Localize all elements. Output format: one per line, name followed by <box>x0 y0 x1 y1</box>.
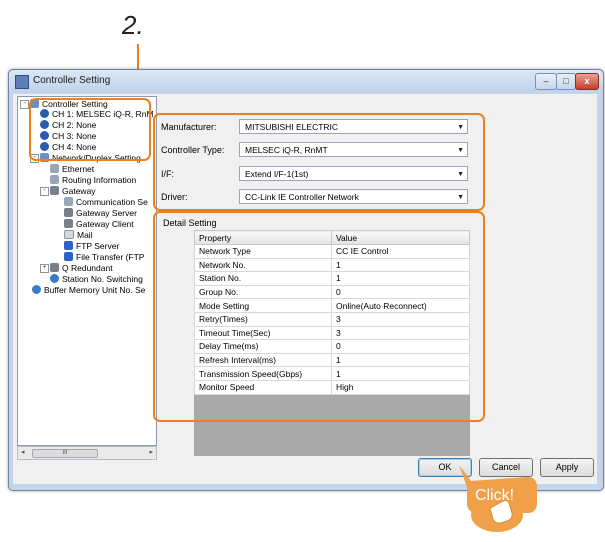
ethernet-icon <box>50 164 59 173</box>
click-label: Click! <box>475 487 514 504</box>
minimize-button[interactable]: – <box>535 73 557 90</box>
routing-icon <box>50 175 59 184</box>
buffer-icon <box>32 285 41 294</box>
tree-item-gateway[interactable]: Gateway <box>50 186 96 196</box>
tree-horizontal-scrollbar[interactable]: ◂ III ▸ <box>17 446 157 460</box>
maximize-button[interactable]: □ <box>556 73 576 90</box>
tree-item-gateway-server[interactable]: Gateway Server <box>64 208 137 218</box>
tree-item-communication[interactable]: Communication Se <box>64 197 148 207</box>
gateway-icon <box>50 186 59 195</box>
highlight-channels <box>29 98 151 161</box>
tree-item-buffer[interactable]: Buffer Memory Unit No. Se <box>32 285 145 295</box>
expand-root-icon[interactable]: - <box>20 100 29 109</box>
ftp-icon <box>64 241 73 250</box>
mail-icon <box>64 230 74 239</box>
tree-item-q-redundant[interactable]: Q Redundant <box>50 263 113 273</box>
client-icon <box>64 219 73 228</box>
station-icon <box>50 274 59 283</box>
file-transfer-icon <box>64 252 73 261</box>
scroll-left-icon[interactable]: ◂ <box>21 448 25 456</box>
close-button[interactable]: x <box>575 73 599 90</box>
communication-icon <box>64 197 73 206</box>
server-icon <box>64 208 73 217</box>
callout-2: 2. <box>122 10 144 40</box>
tree-item-ftp-server[interactable]: FTP Server <box>64 241 119 251</box>
tree-item-gateway-client[interactable]: Gateway Client <box>64 219 134 229</box>
tree-item-ethernet[interactable]: Ethernet <box>50 164 94 174</box>
highlight-detail <box>153 211 485 422</box>
expand-gateway-icon[interactable]: - <box>40 187 49 196</box>
scroll-right-icon[interactable]: ▸ <box>149 448 153 456</box>
tree-item-mail[interactable]: Mail <box>64 230 93 240</box>
window-title: Controller Setting <box>33 75 111 86</box>
app-icon <box>15 75 29 89</box>
highlight-connection <box>153 113 485 211</box>
redundant-icon <box>50 263 59 272</box>
expand-q-redundant-icon[interactable]: + <box>40 264 49 273</box>
scroll-thumb[interactable]: III <box>32 449 98 458</box>
tree-item-routing[interactable]: Routing Information <box>50 175 136 185</box>
tree-item-file-transfer[interactable]: File Transfer (FTP <box>64 252 144 262</box>
window-titlebar[interactable]: Controller Setting – □ x <box>9 70 603 92</box>
tree-item-station-switch[interactable]: Station No. Switching <box>50 274 143 284</box>
apply-button[interactable]: Apply <box>540 458 594 477</box>
click-callout-bubble: Click! <box>459 465 537 532</box>
